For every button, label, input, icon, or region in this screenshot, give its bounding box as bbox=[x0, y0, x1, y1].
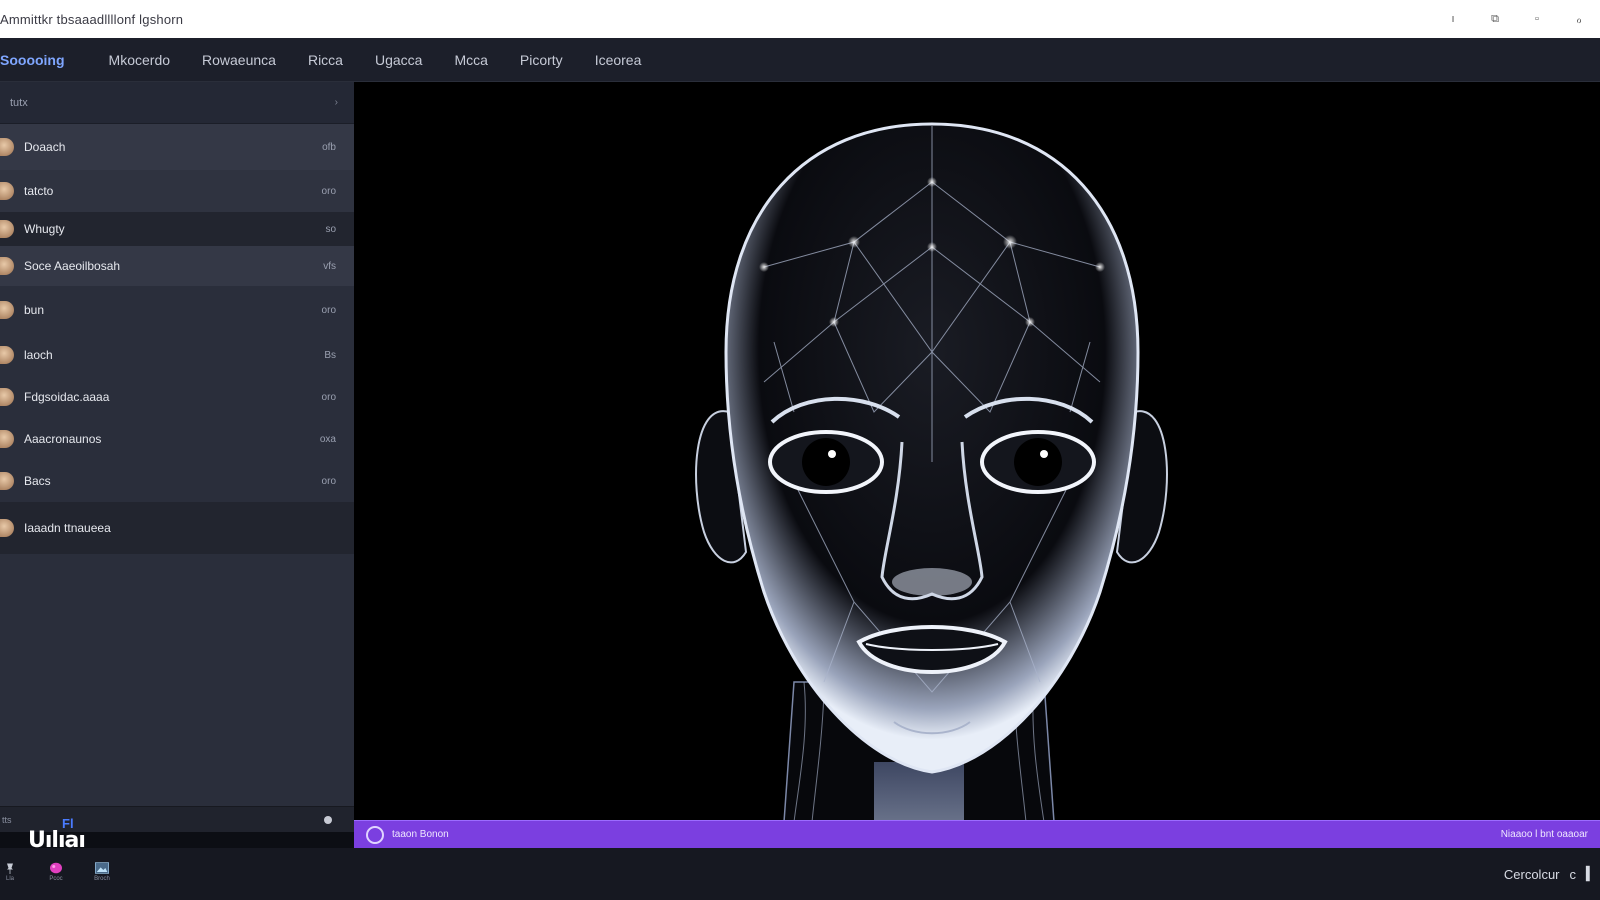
taskbar-label: Broch bbox=[94, 876, 110, 882]
list-item-meta: oro bbox=[321, 475, 336, 487]
list-item-name: Bacs bbox=[24, 474, 51, 488]
list-item-meta: Bs bbox=[324, 349, 336, 361]
viewport-3d[interactable] bbox=[354, 82, 1600, 822]
bottom-edge-bar-icon: ▍ bbox=[1586, 866, 1596, 881]
list-item-meta: oro bbox=[321, 185, 336, 197]
menu-item[interactable]: Picorty bbox=[504, 38, 579, 82]
status-right-text: Niaaoo l bnt oaaoar bbox=[1500, 829, 1588, 840]
list-item-meta: so bbox=[325, 223, 336, 235]
taskbar-item[interactable]: Pcoc bbox=[46, 862, 66, 882]
list-item[interactable]: Whugty so bbox=[0, 212, 354, 246]
sidebar: tutx › Doaach ofb tatcto oro Whugty so S… bbox=[0, 82, 354, 822]
avatar bbox=[0, 388, 14, 406]
paint-icon bbox=[50, 862, 62, 874]
list-item[interactable]: Iaaadn ttnaueea bbox=[0, 502, 354, 554]
list-item[interactable]: tatcto oro bbox=[0, 170, 354, 212]
sidebar-header-label: tutx bbox=[10, 96, 28, 109]
title-bar: Ammittkr tbsaaadllllonf lgshorn ı ⧉ ▫ ℴ bbox=[0, 0, 1600, 38]
logo-superscript: Fl bbox=[62, 816, 74, 831]
bottom-right-area: Cercolcur c ▍ bbox=[1504, 866, 1600, 882]
menu-item[interactable]: Mkocerdo bbox=[93, 38, 186, 82]
avatar bbox=[0, 182, 14, 200]
avatar bbox=[0, 519, 14, 537]
list-item-name: Fdgsoidac.aaaa bbox=[24, 390, 110, 404]
taskbar-label: Lla bbox=[5, 876, 14, 882]
avatar bbox=[0, 430, 14, 448]
menu-item[interactable]: Rowaeunca bbox=[186, 38, 292, 82]
close-icon[interactable]: ℴ bbox=[1572, 12, 1586, 26]
list-item[interactable]: Bacs oro bbox=[0, 460, 354, 502]
image-icon bbox=[95, 862, 109, 874]
list-item-name: Whugty bbox=[24, 222, 65, 236]
avatar bbox=[0, 138, 14, 156]
list-item[interactable]: bun oro bbox=[0, 286, 354, 334]
bottom-right-icon[interactable]: c bbox=[1570, 867, 1577, 882]
settings-dot-icon[interactable] bbox=[324, 815, 332, 824]
avatar bbox=[0, 346, 14, 364]
avatar bbox=[0, 220, 14, 238]
pin-icon bbox=[7, 863, 13, 874]
maximize-icon[interactable]: ▫ bbox=[1530, 12, 1544, 26]
status-text: taaon Bonon bbox=[392, 829, 449, 840]
chevron-right-icon[interactable]: › bbox=[335, 97, 338, 108]
list-item[interactable]: Soce Aaeoilbosah vfs bbox=[0, 246, 354, 286]
list-item-meta: oro bbox=[321, 304, 336, 316]
list-item[interactable]: Doaach ofb bbox=[0, 124, 354, 170]
menu-item-active[interactable]: Sooooing bbox=[0, 38, 93, 82]
avatar bbox=[0, 472, 14, 490]
list-item[interactable]: Fdgsoidac.aaaa oro bbox=[0, 376, 354, 418]
sidebar-header[interactable]: tutx › bbox=[0, 82, 354, 124]
list-item[interactable]: laoch Bs bbox=[0, 334, 354, 376]
list-item-name: bun bbox=[24, 303, 45, 317]
logo-text: Uılıaı bbox=[28, 828, 86, 853]
window-title: Ammittkr tbsaaadllllonf lgshorn bbox=[0, 11, 184, 27]
head-model-render bbox=[695, 122, 1168, 822]
list-item-name: Iaaadn ttnaueea bbox=[24, 521, 111, 535]
taskbar-label: Pcoc bbox=[49, 876, 63, 882]
bottom-bar bbox=[0, 848, 1600, 900]
avatar bbox=[0, 301, 14, 319]
list-item-name: Doaach bbox=[24, 140, 66, 154]
list-item-name: Soce Aaeoilbosah bbox=[24, 259, 121, 273]
status-bar: taaon Bonon Niaaoo l bnt oaaoar bbox=[354, 820, 1600, 848]
status-ring-icon[interactable] bbox=[366, 825, 384, 844]
menu-item[interactable]: Iceorea bbox=[579, 38, 658, 82]
window-controls: ı ⧉ ▫ ℴ bbox=[1446, 12, 1592, 26]
list-item-meta: oro bbox=[321, 391, 336, 403]
bottom-right-text[interactable]: Cercolcur bbox=[1504, 867, 1560, 882]
list-item-name: Aaacronaunos bbox=[24, 432, 102, 446]
logo: Uılıaı Fl bbox=[28, 816, 86, 853]
menu-item[interactable]: Ugacca bbox=[359, 38, 438, 82]
list-item-meta: vfs bbox=[323, 260, 336, 272]
menu-item[interactable]: Mcca bbox=[438, 38, 503, 82]
taskbar-item[interactable]: Lla bbox=[0, 862, 20, 882]
avatar bbox=[0, 257, 14, 275]
menu-bar: Sooooing Mkocerdo Rowaeunca Ricca Ugacca… bbox=[0, 38, 1600, 82]
restore-icon[interactable]: ⧉ bbox=[1488, 12, 1502, 26]
taskbar: Lla Pcoc Broch bbox=[0, 862, 112, 882]
list-item-meta: ofb bbox=[322, 141, 336, 153]
list-item-meta: oxa bbox=[319, 433, 336, 445]
list-item[interactable]: Aaacronaunos oxa bbox=[0, 418, 354, 460]
minimize-icon[interactable]: ı bbox=[1446, 12, 1460, 26]
sidebar-footer-label: tts bbox=[2, 814, 12, 825]
taskbar-item[interactable]: Broch bbox=[92, 862, 112, 882]
list-item-name: laoch bbox=[24, 348, 53, 362]
menu-item[interactable]: Ricca bbox=[292, 38, 359, 82]
list-item-name: tatcto bbox=[24, 184, 54, 198]
